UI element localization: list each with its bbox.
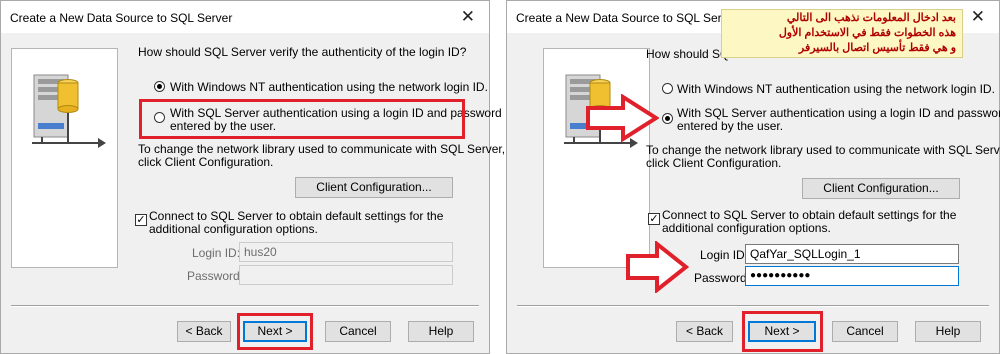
login-id-input[interactable]: hus20 [239,242,453,262]
dialog-title: Create a New Data Source to SQL Server [10,11,233,25]
dialog-title: Create a New Data Source to SQL Server [516,11,739,25]
back-button[interactable]: < Back [676,321,733,342]
connect-label-line2[interactable]: additional configuration options. [149,223,318,236]
login-id-input[interactable]: QafYar_SQLLogin_1 [745,244,959,264]
auth-question: How should SQL Server verify the authent… [138,45,467,59]
left-dialog: Create a New Data Source to SQL Server ✕… [0,0,505,354]
network-library-text-line2: click Client Configuration. [138,155,274,169]
network-library-text-line2: click Client Configuration. [646,156,782,170]
connect-checkbox[interactable]: ✓ [648,213,660,225]
annotation-line-3: و هي فقط تأسيس اتصال بالسيرفر [798,42,956,54]
server-illustration [543,48,650,268]
help-button[interactable]: Help [915,321,981,342]
radio-windows-auth[interactable] [154,81,165,92]
highlight-next [742,311,823,352]
divider [517,305,989,307]
client-configuration-button[interactable]: Client Configuration... [295,177,453,198]
highlight-sql-auth [139,99,465,139]
title-bar: Create a New Data Source to SQL Server ✕ [1,1,489,33]
password-input[interactable]: ●●●●●●●●●● [745,266,959,286]
login-id-label: Login ID: [700,248,749,262]
server-illustration [11,48,118,268]
login-id-label: Login ID: [192,246,241,260]
annotation-line-1: بعد ادخال المعلومات نذهب الى التالي [786,12,956,24]
highlight-next [237,313,313,350]
close-icon[interactable]: ✕ [971,7,985,27]
database-server-icon [564,74,638,148]
database-server-icon [32,74,106,148]
connect-label-line2[interactable]: additional configuration options. [662,222,831,235]
annotation-line-2: هذه الخطوات فقط في الاستخدام الأول [778,27,956,39]
radio-windows-auth-label[interactable]: With Windows NT authentication using the… [170,81,488,94]
back-button[interactable]: < Back [177,321,231,342]
radio-windows-auth[interactable] [662,83,673,94]
divider [11,305,479,307]
arrow-to-credentials-icon [626,241,689,293]
password-input[interactable] [239,265,453,285]
cancel-button[interactable]: Cancel [832,321,898,342]
close-icon[interactable]: ✕ [461,7,475,27]
password-label: Password: [694,271,751,285]
help-button[interactable]: Help [408,321,474,342]
annotation-note: بعد ادخال المعلومات نذهب الى التالي هذه … [721,9,963,58]
radio-windows-auth-label[interactable]: With Windows NT authentication using the… [677,83,995,96]
radio-sql-auth[interactable] [662,113,673,124]
cancel-button[interactable]: Cancel [325,321,391,342]
client-configuration-button[interactable]: Client Configuration... [802,178,960,199]
radio-sql-auth-label-line2[interactable]: entered by the user. [677,120,783,133]
right-dialog: Create a New Data Source to SQL Server ✕… [506,0,1000,354]
arrow-to-sql-auth-icon [586,94,659,142]
password-label: Password: [187,269,244,283]
connect-checkbox[interactable]: ✓ [135,214,147,226]
